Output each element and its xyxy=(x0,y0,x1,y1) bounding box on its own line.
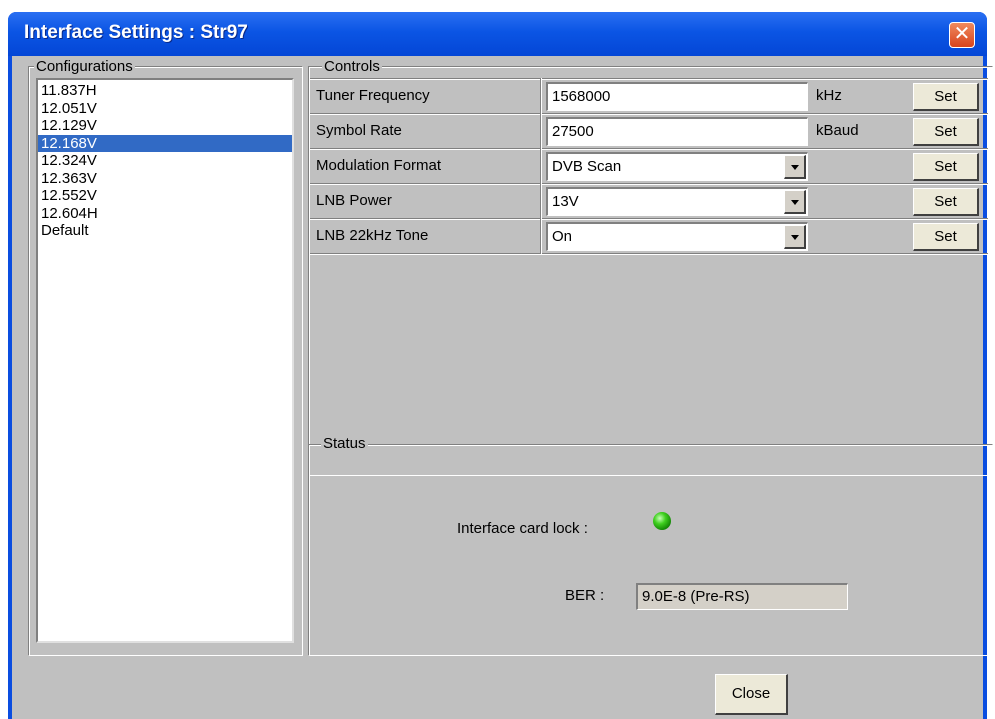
close-icon[interactable]: ✕ xyxy=(949,22,975,48)
dropdown-button[interactable] xyxy=(784,155,806,179)
dialog-window: Interface Settings : Str97 ✕ Configurati… xyxy=(8,12,993,719)
symbol-rate-label: Symbol Rate xyxy=(316,122,402,139)
lnb-tone-row: LNB 22kHz Tone On Set xyxy=(310,219,988,254)
dropdown-button[interactable] xyxy=(784,225,806,249)
set-lnb-tone-button[interactable]: Set xyxy=(913,223,979,251)
lnb-power-select[interactable]: 13V xyxy=(546,187,808,216)
list-item[interactable]: 12.129V xyxy=(38,117,292,135)
dialog-client-area: Configurations 11.837H 12.051V 12.129V 1… xyxy=(12,56,993,719)
modulation-format-row: Modulation Format DVB Scan Set xyxy=(310,149,988,184)
set-tuner-frequency-button[interactable]: Set xyxy=(913,83,979,111)
symbol-rate-field[interactable]: 27500 xyxy=(546,117,808,146)
lock-indicator-icon xyxy=(653,512,671,530)
symbol-rate-unit: kBaud xyxy=(816,122,859,139)
lnb-power-label: LNB Power xyxy=(316,192,392,209)
list-item[interactable]: Default xyxy=(38,222,292,240)
tuner-frequency-unit: kHz xyxy=(816,87,842,104)
configurations-list[interactable]: 11.837H 12.051V 12.129V 12.168V 12.324V … xyxy=(36,78,294,643)
symbol-rate-row: Symbol Rate 27500 kBaud Set xyxy=(310,114,988,149)
interface-lock-label: Interface card lock : xyxy=(457,520,588,537)
lnb-power-row: LNB Power 13V Set xyxy=(310,184,988,219)
window-title: Interface Settings : Str97 xyxy=(24,22,248,43)
list-item[interactable]: 12.363V xyxy=(38,170,292,188)
set-modulation-format-button[interactable]: Set xyxy=(913,153,979,181)
chevron-down-icon xyxy=(791,165,799,170)
title-bar[interactable]: Interface Settings : Str97 ✕ xyxy=(8,12,987,56)
chevron-down-icon xyxy=(791,200,799,205)
dropdown-button[interactable] xyxy=(784,190,806,214)
ber-value-field: 9.0E-8 (Pre-RS) xyxy=(636,583,848,610)
lnb-tone-select[interactable]: On xyxy=(546,222,808,251)
list-item[interactable]: 12.604H xyxy=(38,205,292,223)
controls-grid: Tuner Frequency 1568000 kHz Set Symbol R… xyxy=(310,78,988,258)
set-lnb-power-button[interactable]: Set xyxy=(913,188,979,216)
list-item[interactable]: 12.552V xyxy=(38,187,292,205)
list-item[interactable]: 11.837H xyxy=(38,82,292,100)
ber-label: BER : xyxy=(565,587,605,604)
tuner-frequency-label: Tuner Frequency xyxy=(316,87,430,104)
close-button[interactable]: Close xyxy=(715,674,788,715)
tuner-frequency-field[interactable]: 1568000 xyxy=(546,82,808,111)
status-caption: Status xyxy=(321,435,368,452)
configurations-caption: Configurations xyxy=(34,58,135,75)
modulation-format-value: DVB Scan xyxy=(552,158,622,175)
list-item-selected[interactable]: 12.168V xyxy=(38,134,292,152)
status-group xyxy=(308,444,993,656)
tuner-frequency-row: Tuner Frequency 1568000 kHz Set xyxy=(310,79,988,114)
controls-caption: Controls xyxy=(322,58,382,75)
list-item[interactable]: 12.324V xyxy=(38,152,292,170)
lnb-power-value: 13V xyxy=(552,193,579,210)
list-item[interactable]: 12.051V xyxy=(38,100,292,118)
set-symbol-rate-button[interactable]: Set xyxy=(913,118,979,146)
chevron-down-icon xyxy=(791,235,799,240)
lnb-tone-value: On xyxy=(552,228,573,245)
lnb-tone-label: LNB 22kHz Tone xyxy=(316,227,429,244)
modulation-format-select[interactable]: DVB Scan xyxy=(546,152,808,181)
modulation-format-label: Modulation Format xyxy=(316,157,442,174)
